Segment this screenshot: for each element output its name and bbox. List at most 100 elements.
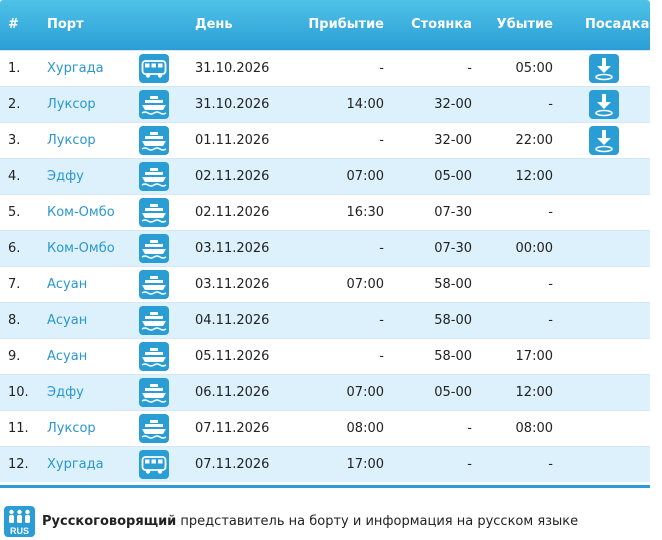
port-link[interactable]: Хургада [47, 61, 104, 76]
boarding-icon [589, 90, 619, 119]
day-cell: 07.11.2026 [195, 457, 270, 472]
table-row: 2. Луксор 31.10.2026 14:00 32-00 - [0, 86, 650, 122]
row-number: 7. [8, 277, 21, 292]
day-cell: 31.10.2026 [195, 97, 270, 112]
row-number: 6. [8, 241, 21, 256]
arrival-cell: - [379, 133, 384, 148]
stay-cell: - [467, 457, 472, 472]
departure-cell: - [548, 313, 553, 328]
rus-badge-label: RUS [10, 526, 29, 536]
header-departure: Убытие [496, 17, 553, 32]
stay-cell: 58-00 [434, 313, 472, 328]
russian-speaking-icon: RUS [4, 506, 35, 537]
day-cell: 03.11.2026 [195, 277, 270, 292]
departure-cell: 17:00 [515, 349, 553, 364]
departure-cell: 00:00 [515, 241, 553, 256]
table-bottom-line [0, 485, 650, 488]
day-cell: 02.11.2026 [195, 169, 270, 184]
stay-cell: 58-00 [434, 349, 472, 364]
boarding-icon [589, 126, 619, 155]
ship-icon [139, 378, 169, 407]
day-cell: 03.11.2026 [195, 241, 270, 256]
port-link[interactable]: Луксор [47, 133, 96, 148]
table-row: 3. Луксор 01.11.2026 - 32-00 22:00 [0, 122, 650, 158]
header-day: День [195, 17, 233, 32]
port-link[interactable]: Асуан [47, 313, 87, 328]
port-link[interactable]: Луксор [47, 97, 96, 112]
day-cell: 31.10.2026 [195, 61, 270, 76]
ship-icon [139, 414, 169, 443]
port-link[interactable]: Ком-Омбо [47, 205, 115, 220]
ship-icon [139, 126, 169, 155]
arrival-cell: 16:30 [346, 205, 384, 220]
table-row: 6. Ком-Омбо 03.11.2026 - 07-30 00:00 [0, 230, 650, 266]
day-cell: 05.11.2026 [195, 349, 270, 364]
departure-cell: - [548, 457, 553, 472]
table-row: 5. Ком-Омбо 02.11.2026 16:30 07-30 - [0, 194, 650, 230]
stay-cell: 05-00 [434, 169, 472, 184]
departure-cell: 12:00 [515, 385, 553, 400]
stay-cell: - [467, 421, 472, 436]
table-row: 11. Луксор 07.11.2026 08:00 - 08:00 [0, 410, 650, 446]
port-link[interactable]: Асуан [47, 277, 87, 292]
arrival-cell: - [379, 313, 384, 328]
arrival-cell: 07:00 [346, 169, 384, 184]
day-cell: 07.11.2026 [195, 421, 270, 436]
ship-icon [139, 234, 169, 263]
stay-cell: 05-00 [434, 385, 472, 400]
row-number: 2. [8, 97, 21, 112]
ship-icon [139, 90, 169, 119]
day-cell: 04.11.2026 [195, 313, 270, 328]
header-num: # [8, 17, 19, 32]
stay-cell: 07-30 [434, 241, 472, 256]
port-link[interactable]: Хургада [47, 457, 104, 472]
ship-icon [139, 306, 169, 335]
departure-cell: - [548, 97, 553, 112]
header-boarding: Посадка [585, 17, 650, 32]
stay-cell: - [467, 61, 472, 76]
arrival-cell: 07:00 [346, 385, 384, 400]
departure-cell: - [548, 205, 553, 220]
arrival-cell: - [379, 61, 384, 76]
arrival-cell: 14:00 [346, 97, 384, 112]
departure-cell: 05:00 [515, 61, 553, 76]
table-row: 8. Асуан 04.11.2026 - 58-00 - [0, 302, 650, 338]
port-link[interactable]: Асуан [47, 349, 87, 364]
port-link[interactable]: Луксор [47, 421, 96, 436]
row-number: 4. [8, 169, 21, 184]
port-link[interactable]: Ком-Омбо [47, 241, 115, 256]
table-body: 1. Хургада 31.10.2026 - - 05:00 2. Луксор 31.10.… [0, 50, 650, 482]
departure-cell: 08:00 [515, 421, 553, 436]
table-row: 7. Асуан 03.11.2026 07:00 58-00 - [0, 266, 650, 302]
stay-cell: 07-30 [434, 205, 472, 220]
schedule-table: # Порт День Прибытие Стоянка Убытие Поса… [0, 0, 650, 482]
day-cell: 06.11.2026 [195, 385, 270, 400]
table-header: # Порт День Прибытие Стоянка Убытие Поса… [0, 0, 650, 50]
row-number: 8. [8, 313, 21, 328]
arrival-cell: - [379, 241, 384, 256]
ship-icon [139, 342, 169, 371]
port-link[interactable]: Эдфу [47, 169, 84, 184]
day-cell: 02.11.2026 [195, 205, 270, 220]
header-port: Порт [47, 17, 84, 32]
departure-cell: 22:00 [515, 133, 553, 148]
table-row: 4. Эдфу 02.11.2026 07:00 05-00 12:00 [0, 158, 650, 194]
port-link[interactable]: Эдфу [47, 385, 84, 400]
bus-icon [139, 54, 169, 83]
legend-text: Русскоговорящий представитель на борту и… [42, 514, 578, 529]
departure-cell: - [548, 277, 553, 292]
ship-icon [139, 270, 169, 299]
arrival-cell: 17:00 [346, 457, 384, 472]
row-number: 3. [8, 133, 21, 148]
row-number: 10. [8, 385, 29, 400]
day-cell: 01.11.2026 [195, 133, 270, 148]
bus-icon [139, 450, 169, 479]
legend-rest: представитель на борту и информация на р… [176, 514, 579, 529]
arrival-cell: 08:00 [346, 421, 384, 436]
header-stay: Стоянка [411, 17, 472, 32]
table-row: 10. Эдфу 06.11.2026 07:00 05-00 12:00 [0, 374, 650, 410]
row-number: 1. [8, 61, 21, 76]
ship-icon [139, 162, 169, 191]
table-row: 12. Хургада 07.11.2026 17:00 - - [0, 446, 650, 482]
stay-cell: 32-00 [434, 133, 472, 148]
